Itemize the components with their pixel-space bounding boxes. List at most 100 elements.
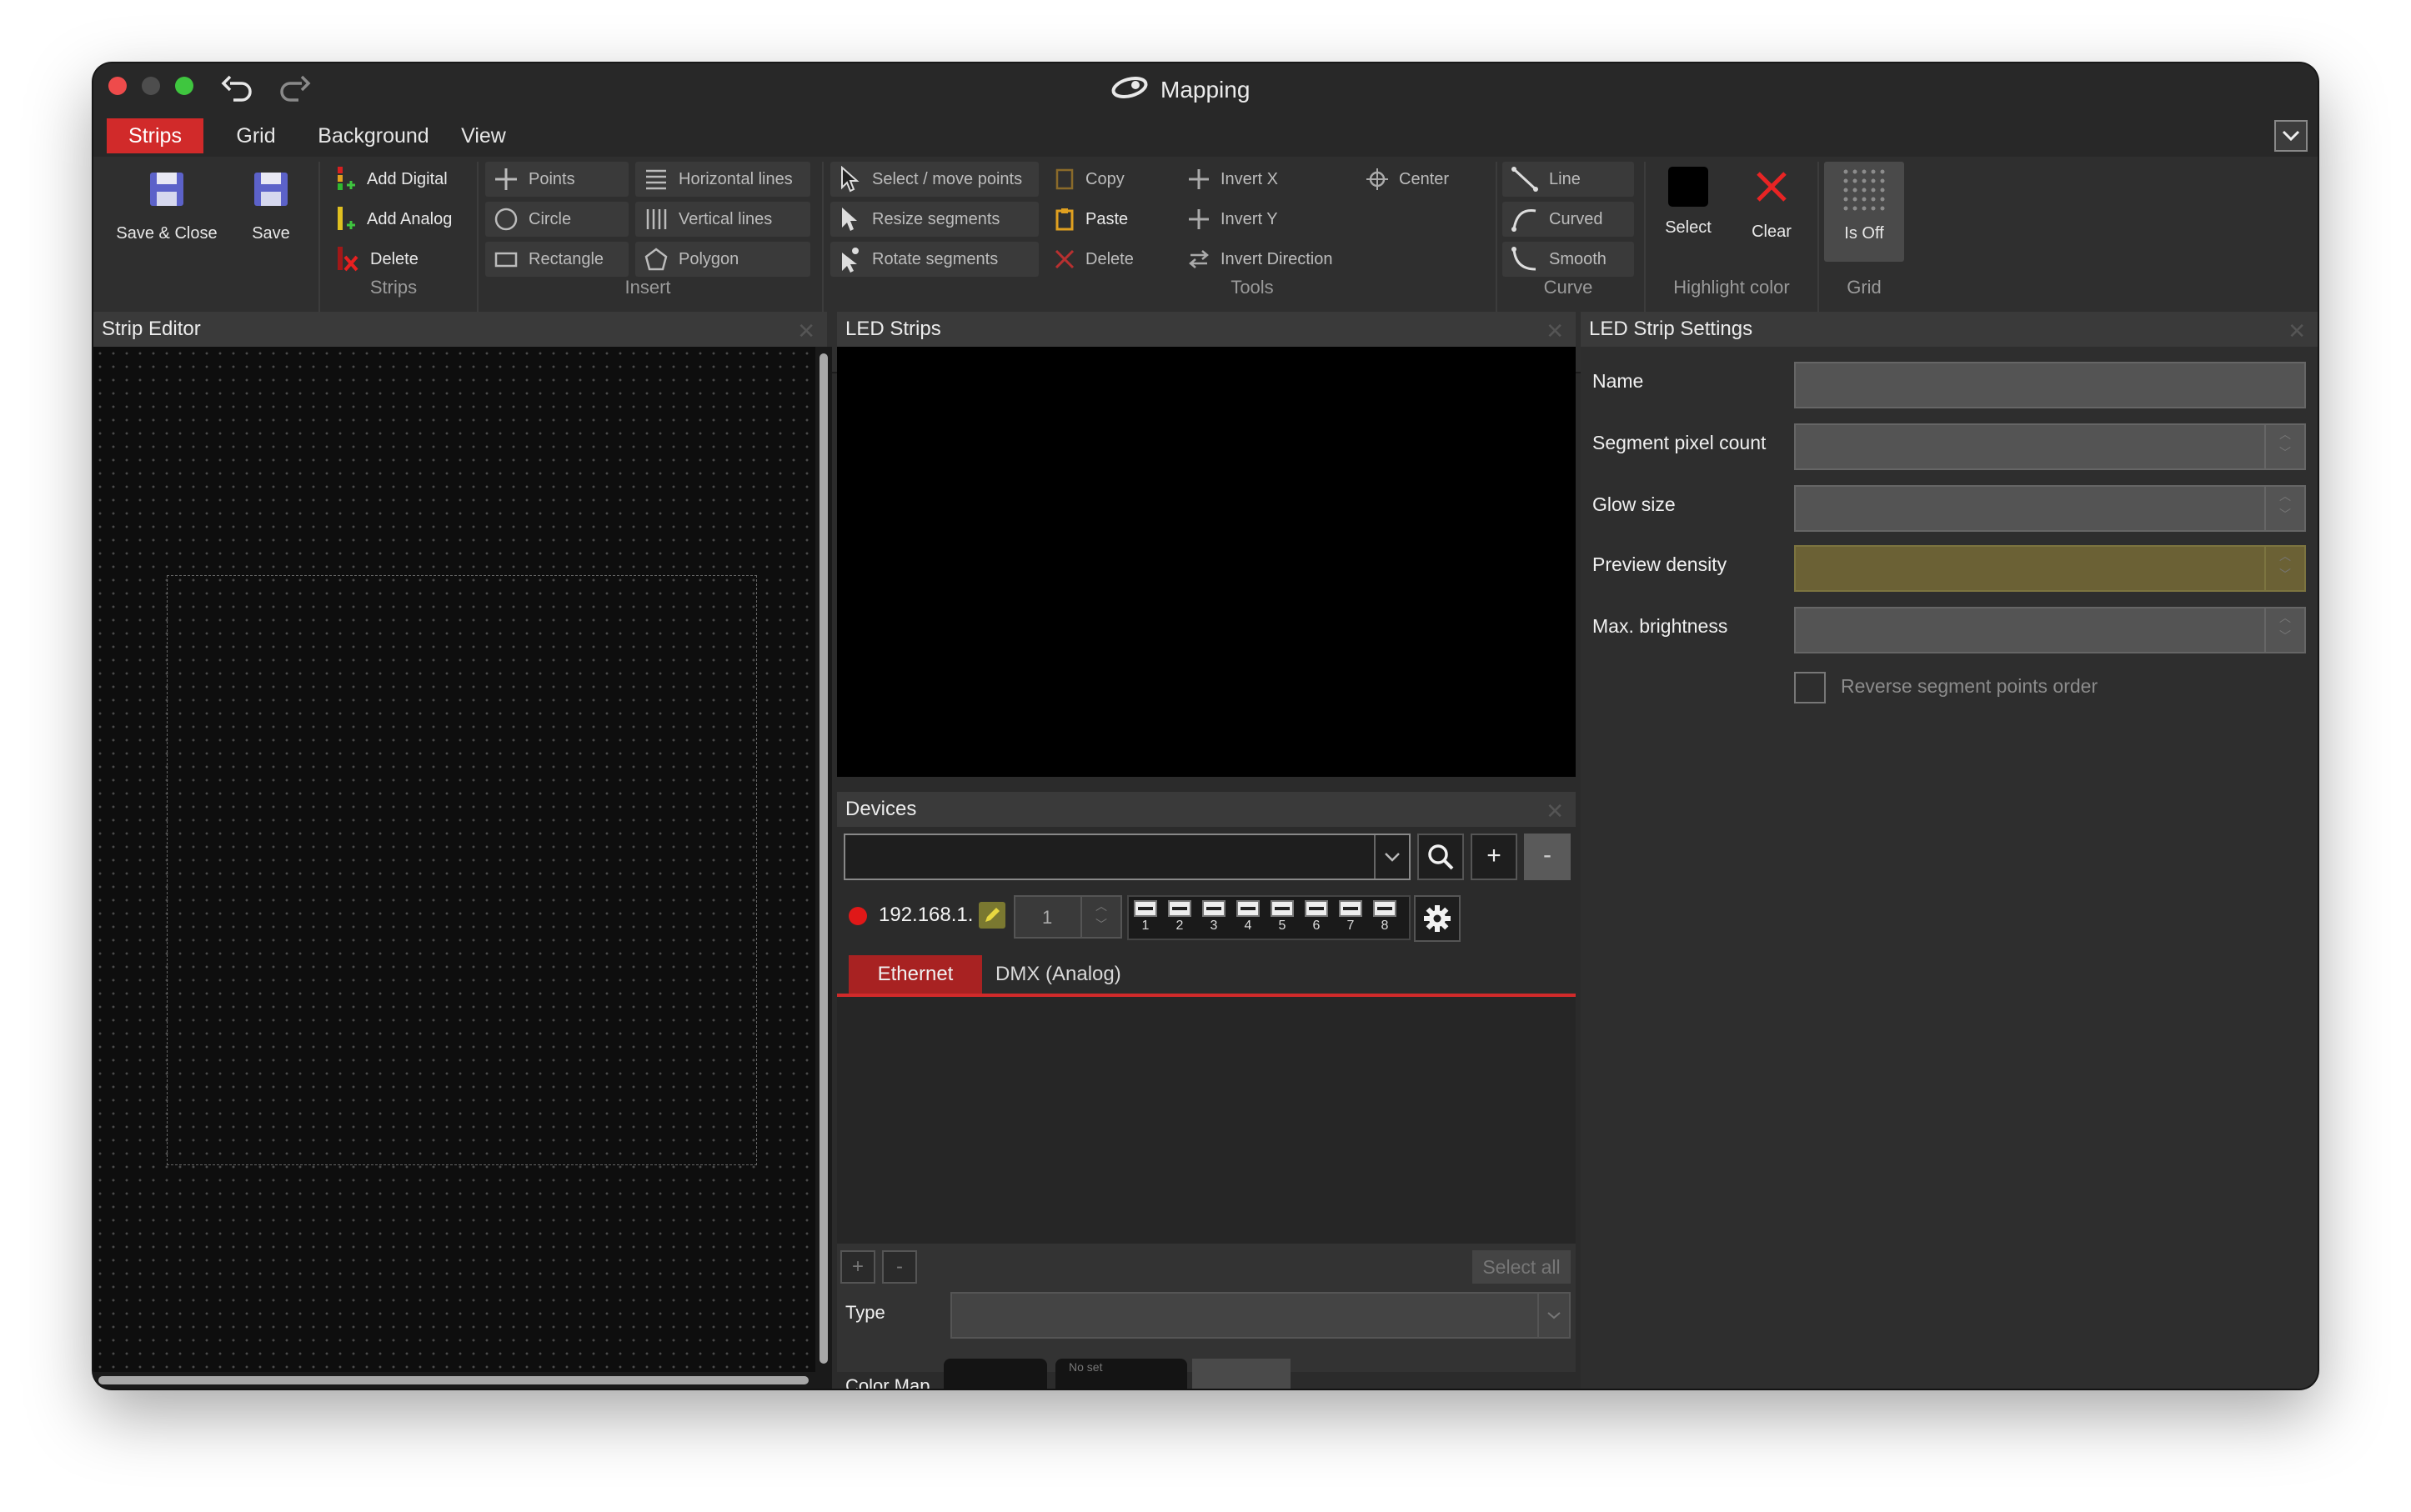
add-mapping-button[interactable]: +: [840, 1250, 875, 1284]
redo-icon[interactable]: [277, 72, 313, 113]
insert-group-label: Insert: [624, 277, 671, 298]
invert-direction-button[interactable]: Invert Direction: [1187, 242, 1333, 277]
insert-horizontal-lines-label: Horizontal lines: [679, 169, 793, 188]
tab-dmx-analog[interactable]: DMX (Analog): [987, 955, 1162, 994]
rectangle-icon: [494, 252, 518, 268]
tab-strips[interactable]: Strips: [107, 118, 203, 153]
color-map-swatch-1[interactable]: [944, 1359, 1047, 1389]
tab-background[interactable]: Background: [307, 118, 440, 153]
vertical-lines-icon: [646, 209, 667, 229]
tab-view[interactable]: View: [450, 118, 517, 153]
insert-circle-button[interactable]: Circle: [485, 202, 629, 237]
curve-smooth-button[interactable]: Smooth: [1502, 242, 1634, 277]
channel-switch-3[interactable]: 3: [1199, 899, 1231, 937]
grid-group-label: Grid: [1847, 277, 1882, 298]
channel-switch-8[interactable]: 8: [1370, 899, 1401, 937]
color-map-swatch-3[interactable]: [1192, 1359, 1291, 1389]
close-icon[interactable]: ✕: [2288, 313, 2306, 348]
delete-strip-button[interactable]: Delete: [335, 242, 419, 277]
minimize-window-button[interactable]: [142, 77, 160, 95]
stepper-arrows[interactable]: ︿ ﹀: [2264, 425, 2304, 468]
channel-switch-1[interactable]: 1: [1130, 899, 1162, 937]
insert-horizontal-lines-button[interactable]: Horizontal lines: [635, 162, 810, 197]
select-all-button[interactable]: Select all: [1472, 1250, 1571, 1284]
close-icon[interactable]: ✕: [797, 313, 815, 348]
stepper-arrows[interactable]: ︿ ﹀: [1080, 897, 1120, 937]
resize-segments-label: Resize segments: [872, 209, 1000, 228]
search-icon: [1428, 844, 1454, 870]
invert-y-button[interactable]: Invert Y: [1187, 202, 1278, 237]
remove-mapping-button[interactable]: -: [882, 1250, 917, 1284]
delete-button[interactable]: Delete: [1054, 242, 1134, 277]
center-button[interactable]: Center: [1366, 162, 1449, 197]
save-button[interactable]: Save: [240, 170, 302, 262]
curve-line-button[interactable]: Line: [1502, 162, 1634, 197]
collapse-ribbon-button[interactable]: [2274, 120, 2308, 152]
line-curve-icon: [1511, 167, 1538, 192]
name-field[interactable]: [1794, 362, 2306, 408]
channel-switch-6[interactable]: 6: [1301, 899, 1333, 937]
led-strips-list[interactable]: [837, 347, 1576, 777]
universe-stepper[interactable]: 1 ︿ ﹀: [1014, 895, 1122, 939]
insert-vertical-lines-button[interactable]: Vertical lines: [635, 202, 810, 237]
glow-size-stepper[interactable]: ︿ ﹀: [1794, 485, 2306, 532]
reverse-points-checkbox[interactable]: [1794, 672, 1826, 703]
channel-switch-4[interactable]: 4: [1233, 899, 1265, 937]
zoom-window-button[interactable]: [175, 77, 193, 95]
circle-icon: [494, 208, 518, 231]
rotate-segments-button[interactable]: Rotate segments: [830, 242, 1039, 277]
device-list-area[interactable]: [837, 997, 1576, 1244]
dropdown-toggle[interactable]: [1537, 1294, 1569, 1337]
tab-grid[interactable]: Grid: [218, 118, 293, 153]
close-icon[interactable]: ✕: [1546, 313, 1564, 348]
invert-x-button[interactable]: Invert X: [1187, 162, 1278, 197]
resize-segments-button[interactable]: Resize segments: [830, 202, 1039, 237]
add-analog-button[interactable]: Add Analog: [335, 202, 452, 237]
paste-button[interactable]: Paste: [1054, 202, 1128, 237]
canvas-boundary: [167, 575, 757, 1165]
channel-number: 1: [1141, 919, 1150, 933]
insert-polygon-button[interactable]: Polygon: [635, 242, 810, 277]
search-devices-button[interactable]: [1417, 834, 1464, 880]
preview-density-stepper[interactable]: ︿ ﹀: [1794, 545, 2306, 592]
tab-ethernet[interactable]: Ethernet: [849, 955, 982, 994]
select-move-points-button[interactable]: Select / move points: [830, 162, 1039, 197]
insert-rectangle-button[interactable]: Rectangle: [485, 242, 629, 277]
stepper-arrows[interactable]: ︿ ﹀: [2264, 547, 2304, 590]
stepper-arrows[interactable]: ︿ ﹀: [2264, 487, 2304, 530]
curve-curved-button[interactable]: Curved: [1502, 202, 1634, 237]
horizontal-scrollbar[interactable]: [93, 1372, 832, 1389]
type-dropdown[interactable]: [950, 1292, 1571, 1339]
close-icon[interactable]: ✕: [1546, 794, 1564, 829]
highlight-select-button[interactable]: Select: [1651, 167, 1726, 238]
device-status-dot: [849, 907, 867, 925]
dropdown-toggle[interactable]: [1374, 835, 1409, 879]
channel-switch-7[interactable]: 7: [1336, 899, 1367, 937]
add-device-button[interactable]: +: [1471, 834, 1517, 880]
insert-points-button[interactable]: Points: [485, 162, 629, 197]
channel-switch-5[interactable]: 5: [1267, 899, 1299, 937]
invert-x-label: Invert X: [1221, 169, 1278, 188]
close-window-button[interactable]: [108, 77, 127, 95]
stepper-arrows[interactable]: ︿ ﹀: [2264, 608, 2304, 652]
vertical-scrollbar-thumb[interactable]: [820, 353, 828, 1364]
copy-button[interactable]: Copy: [1054, 162, 1125, 197]
invert-y-icon: [1189, 209, 1209, 229]
device-select-dropdown[interactable]: [844, 834, 1411, 880]
save-close-button[interactable]: Save & Close: [110, 170, 223, 262]
max-brightness-stepper[interactable]: ︿ ﹀: [1794, 607, 2306, 653]
channel-switch-2[interactable]: 2: [1165, 899, 1196, 937]
grid-toggle-button[interactable]: Is Off: [1824, 162, 1904, 262]
channel-number: 6: [1312, 919, 1321, 933]
crosshair-icon: [1366, 168, 1388, 190]
vertical-scrollbar[interactable]: [815, 347, 832, 1372]
edit-device-button[interactable]: [979, 902, 1005, 929]
segment-pixel-count-stepper[interactable]: ︿ ﹀: [1794, 423, 2306, 470]
add-digital-button[interactable]: Add Digital: [335, 162, 448, 197]
highlight-clear-button[interactable]: Clear: [1734, 167, 1809, 242]
undo-icon[interactable]: [218, 72, 255, 113]
remove-device-button[interactable]: -: [1524, 834, 1571, 880]
horizontal-scrollbar-thumb[interactable]: [98, 1376, 809, 1384]
device-settings-button[interactable]: [1414, 895, 1461, 942]
color-map-swatch-2[interactable]: No set: [1055, 1359, 1187, 1389]
